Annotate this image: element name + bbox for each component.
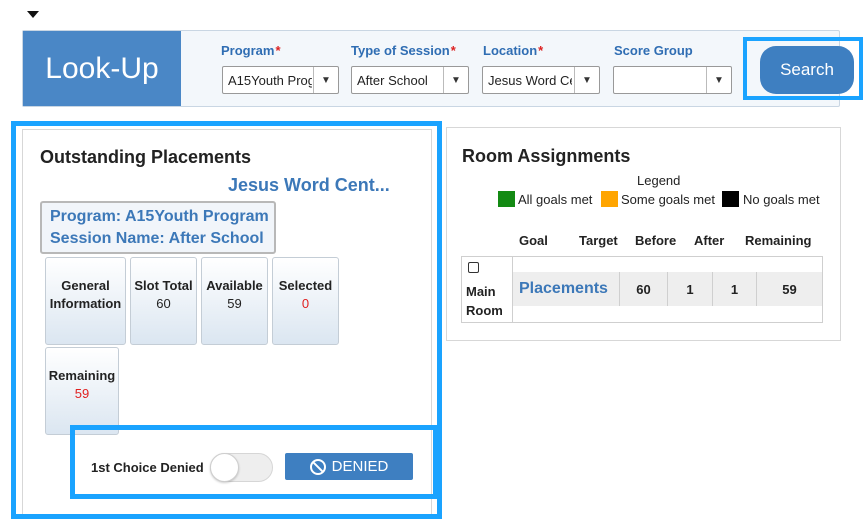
legend-swatch-some	[601, 191, 618, 207]
room-checkbox[interactable]	[468, 262, 479, 273]
tile-value: 59	[74, 386, 90, 401]
column-header: Goal	[519, 233, 548, 248]
tile-slot-total[interactable]: Slot Total 60	[130, 257, 197, 345]
legend-label: All goals met	[518, 192, 593, 207]
column-header: Target	[579, 233, 618, 248]
legend-label: Some goals met	[621, 192, 715, 207]
room-name: Main Room	[466, 284, 503, 318]
score-group-label: Score Group	[614, 43, 693, 58]
legend-label: No goals met	[743, 192, 820, 207]
session-line: Session Name: After School	[50, 230, 264, 247]
after-value: 1	[730, 282, 739, 297]
tile-label: Slot Total	[134, 278, 193, 293]
collapse-caret-icon[interactable]	[27, 11, 39, 18]
tile-label: Selected	[278, 278, 333, 293]
tile-remaining[interactable]: Remaining 59	[45, 347, 119, 435]
tile-selected[interactable]: Selected 0	[272, 257, 339, 345]
tile-available[interactable]: Available 59	[201, 257, 268, 345]
tile-label: General Information	[49, 278, 122, 311]
chevron-down-icon: ▼	[443, 67, 468, 93]
session-type-select-value: After School	[357, 73, 428, 88]
search-button[interactable]: Search	[760, 46, 854, 94]
remaining-value: 59	[782, 282, 797, 297]
chevron-down-icon: ▼	[313, 67, 338, 93]
first-choice-denied-toggle[interactable]	[210, 453, 273, 482]
location-select[interactable]: Jesus Word Center ▼	[482, 66, 600, 94]
tile-general-information[interactable]: General Information	[45, 257, 126, 345]
lookup-title: Look-Up	[23, 31, 181, 106]
tile-value: 59	[227, 296, 242, 311]
room-assignments-title: Room Assignments	[462, 146, 631, 166]
denied-button[interactable]: DENIED	[285, 453, 413, 480]
column-header: After	[694, 233, 725, 248]
program-session-box: Program: A15Youth Program Session Name: …	[40, 201, 276, 254]
denied-button-label: DENIED	[331, 458, 389, 475]
tile-label: Remaining	[48, 368, 116, 383]
legend-title: Legend	[637, 173, 681, 188]
program-select[interactable]: A15Youth Program ▼	[222, 66, 339, 94]
session-type-label: Type of Session*	[351, 43, 456, 58]
target-value: 60	[636, 282, 651, 297]
placements-link[interactable]: Placements	[519, 280, 608, 298]
legend-swatch-all	[498, 191, 515, 207]
column-header: Remaining	[745, 233, 812, 248]
tile-label: Available	[206, 278, 263, 293]
program-select-value: A15Youth Program	[228, 73, 312, 88]
tile-value: 60	[156, 296, 171, 311]
column-header: Before	[635, 233, 677, 248]
chevron-down-icon: ▼	[706, 67, 731, 93]
outstanding-placements-title: Outstanding Placements	[40, 147, 252, 167]
prohibited-icon	[309, 458, 326, 475]
legend-swatch-none	[722, 191, 739, 207]
table-divider	[512, 256, 513, 323]
before-value: 1	[686, 282, 694, 297]
first-choice-denied-label: 1st Choice Denied	[91, 460, 204, 475]
session-type-select[interactable]: After School ▼	[351, 66, 469, 94]
toggle-knob	[210, 453, 239, 482]
location-label: Location*	[483, 43, 544, 58]
program-line: Program: A15Youth Program	[50, 208, 269, 225]
chevron-down-icon: ▼	[574, 67, 599, 93]
location-select-value: Jesus Word Center	[488, 73, 572, 88]
location-name: Jesus Word Cent...	[228, 175, 390, 195]
tile-value: 0	[301, 296, 310, 311]
score-group-select[interactable]: ▼	[613, 66, 732, 94]
program-label: Program*	[221, 43, 281, 58]
